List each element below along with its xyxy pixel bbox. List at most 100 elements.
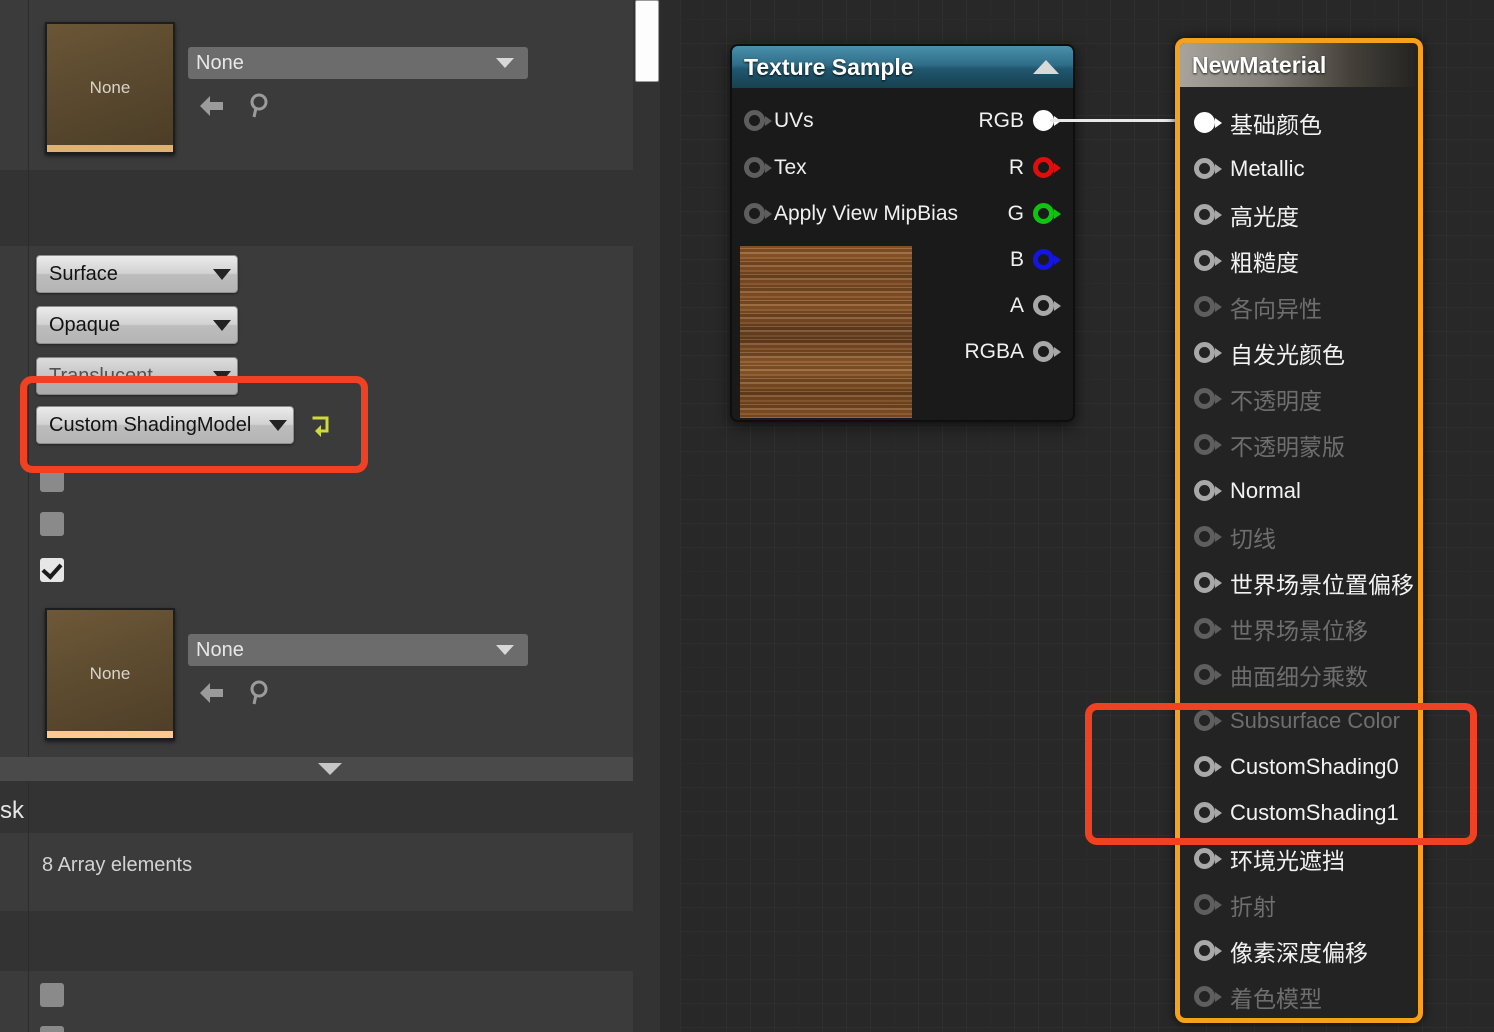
pin-world-displacement-label: 世界场景位移 — [1230, 618, 1368, 644]
dropdown-translucency-mode-value: Translucent — [49, 364, 153, 387]
wood-texture-thumbnail — [740, 246, 912, 418]
pin-icon — [1194, 434, 1224, 456]
pin-custom-shading-1[interactable]: CustomShading1 — [1194, 798, 1399, 828]
pin-output-a[interactable]: A — [1010, 291, 1063, 321]
dropdown-shading-model-value: Custom ShadingModel — [49, 413, 252, 436]
details-scrollbar-thumb[interactable] — [635, 0, 659, 82]
node-new-material[interactable]: NewMaterial 基础颜色 Metallic 高光度 粗糙度 各向异性 自… — [1175, 38, 1423, 1023]
pin-tessellation-multiplier[interactable]: 曲面细分乘数 — [1194, 660, 1368, 690]
back-arrow-icon[interactable] — [195, 91, 229, 121]
pin-opacity-label: 不透明度 — [1230, 388, 1322, 414]
chevron-down-icon — [496, 58, 514, 68]
pin-shading-model-label: 着色模型 — [1230, 986, 1322, 1012]
details-scrollbar-track[interactable] — [633, 0, 660, 1032]
pin-icon — [1194, 986, 1224, 1008]
clipped-row-label: sk — [0, 797, 24, 824]
checkbox-bottom-2[interactable] — [40, 1026, 64, 1032]
checkbox-bottom-1[interactable] — [40, 983, 64, 1007]
pin-specular[interactable]: 高光度 — [1194, 200, 1299, 230]
pin-roughness[interactable]: 粗糙度 — [1194, 246, 1299, 276]
dropdown-shading-model[interactable]: Custom ShadingModel — [36, 406, 294, 444]
pin-opacity-mask[interactable]: 不透明蒙版 — [1194, 430, 1345, 460]
checkbox-2[interactable] — [40, 512, 64, 536]
pin-icon — [1033, 157, 1063, 179]
pin-input-apply-view-mipbias[interactable]: Apply View MipBias — [744, 199, 958, 229]
pin-refraction[interactable]: 折射 — [1194, 890, 1276, 920]
asset-thumbnail-bottom-label: None — [89, 664, 131, 683]
pin-output-rgba-label: RGBA — [964, 340, 1024, 363]
pin-input-uvs[interactable]: UVs — [744, 106, 814, 136]
pin-output-g-label: G — [1007, 202, 1024, 225]
array-elements-label: 8 Array elements — [42, 854, 193, 876]
pin-base-color-label: 基础颜色 — [1230, 112, 1322, 138]
asset-thumbnail-top[interactable]: None — [45, 22, 175, 154]
pin-metallic[interactable]: Metallic — [1194, 154, 1305, 184]
pin-base-color[interactable]: 基础颜色 — [1194, 108, 1322, 138]
pin-opacity[interactable]: 不透明度 — [1194, 384, 1322, 414]
material-graph-canvas[interactable]: Texture Sample UVs Tex Apply View MipBia… — [680, 0, 1494, 1032]
dropdown-blend-mode-value: Opaque — [49, 313, 121, 336]
asset-combo-bottom[interactable]: None — [188, 634, 528, 666]
checkbox-1[interactable] — [40, 468, 64, 492]
node-texture-sample[interactable]: Texture Sample UVs Tex Apply View MipBia… — [730, 44, 1075, 422]
pin-emissive-color[interactable]: 自发光颜色 — [1194, 338, 1345, 368]
pin-roughness-label: 粗糙度 — [1230, 250, 1299, 276]
pin-output-b[interactable]: B — [1010, 245, 1063, 275]
pin-output-r[interactable]: R — [1009, 153, 1063, 183]
pin-custom-shading-0[interactable]: CustomShading0 — [1194, 752, 1399, 782]
collapse-triangle-icon[interactable] — [1033, 60, 1059, 74]
node-new-material-header[interactable]: NewMaterial — [1180, 43, 1418, 87]
pin-tangent[interactable]: 切线 — [1194, 522, 1276, 552]
pin-icon — [1194, 664, 1224, 686]
asset-combo-bottom-value: None — [196, 638, 244, 661]
pin-icon — [1194, 710, 1224, 732]
dropdown-translucency-mode[interactable]: Translucent — [36, 357, 238, 395]
back-arrow-icon[interactable] — [195, 678, 229, 708]
checkbox-3[interactable] — [40, 558, 64, 582]
pin-specular-label: 高光度 — [1230, 204, 1299, 230]
pin-input-tex[interactable]: Tex — [744, 153, 807, 183]
pin-pixel-depth-offset[interactable]: 像素深度偏移 — [1194, 936, 1368, 966]
section-expander[interactable] — [0, 757, 660, 781]
pin-world-position-offset-label: 世界场景位置偏移 — [1230, 572, 1414, 598]
dropdown-material-domain-value: Surface — [49, 262, 118, 285]
pin-icon — [1033, 295, 1063, 317]
asset-combo-top[interactable]: None — [188, 47, 528, 79]
asset-thumbnail-top-label: None — [89, 78, 131, 97]
pin-pixel-depth-offset-label: 像素深度偏移 — [1230, 940, 1368, 966]
chevron-down-icon — [213, 319, 231, 331]
reset-arrow-icon[interactable] — [304, 410, 338, 440]
node-texture-sample-header[interactable]: Texture Sample — [732, 46, 1073, 88]
pin-icon — [1194, 802, 1224, 824]
pin-normal[interactable]: Normal — [1194, 476, 1301, 506]
pin-custom-shading-1-label: CustomShading1 — [1230, 800, 1399, 825]
magnifier-icon[interactable] — [243, 91, 277, 121]
pin-shading-model[interactable]: 着色模型 — [1194, 982, 1322, 1012]
pin-input-tex-label: Tex — [774, 156, 807, 179]
pin-refraction-label: 折射 — [1230, 894, 1276, 920]
pin-world-displacement[interactable]: 世界场景位移 — [1194, 614, 1368, 644]
pin-custom-shading-0-label: CustomShading0 — [1230, 754, 1399, 779]
chevron-down-icon — [318, 763, 342, 775]
pin-icon — [1194, 388, 1224, 410]
pin-ambient-occlusion[interactable]: 环境光遮挡 — [1194, 844, 1345, 874]
chevron-down-icon — [213, 268, 231, 280]
pin-output-b-label: B — [1009, 248, 1024, 271]
pin-icon — [1194, 296, 1224, 318]
pin-icon — [1033, 249, 1063, 271]
wire-rgb-to-base-color — [1050, 119, 1195, 122]
pin-output-g[interactable]: G — [1008, 199, 1063, 229]
panel-splitter[interactable] — [660, 0, 680, 1032]
pin-subsurface-color[interactable]: Subsurface Color — [1194, 706, 1400, 736]
chevron-down-icon — [269, 419, 287, 431]
pin-output-rgba[interactable]: RGBA — [964, 337, 1063, 367]
chevron-down-icon — [213, 370, 231, 382]
pin-world-position-offset[interactable]: 世界场景位置偏移 — [1194, 568, 1414, 598]
pin-output-rgb-label: RGB — [978, 109, 1024, 132]
magnifier-icon[interactable] — [243, 678, 277, 708]
dropdown-blend-mode[interactable]: Opaque — [36, 306, 238, 344]
asset-thumbnail-bottom[interactable]: None — [45, 608, 175, 740]
dropdown-material-domain[interactable]: Surface — [36, 255, 238, 293]
pin-anisotropy[interactable]: 各向异性 — [1194, 292, 1322, 322]
details-row-bottom — [0, 971, 680, 1032]
